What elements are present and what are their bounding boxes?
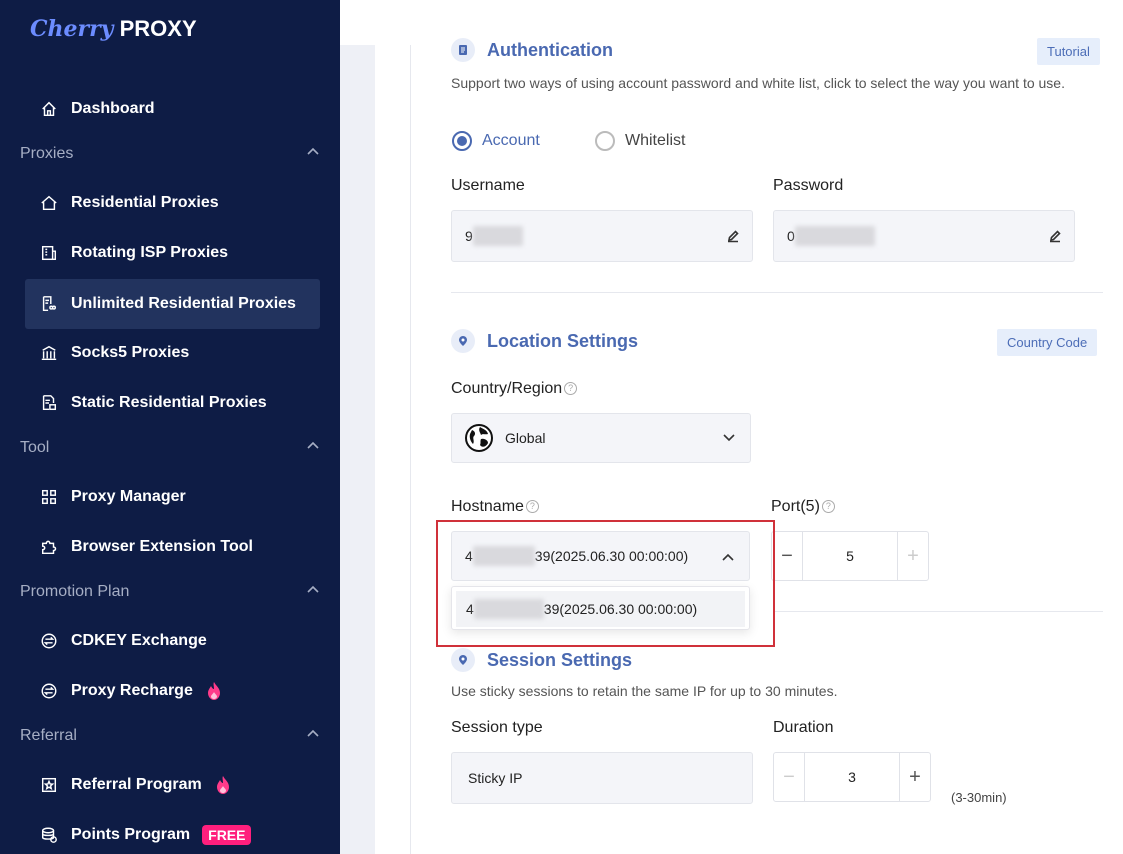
sidebar-item-points-program[interactable]: Points Program FREE — [25, 810, 320, 854]
session-type-select[interactable]: Sticky IP — [451, 752, 753, 804]
location-settings-header: Location Settings — [451, 329, 638, 353]
sidebar-section-promotion-plan[interactable]: Promotion Plan — [20, 577, 320, 607]
sidebar-section-referral[interactable]: Referral — [20, 721, 320, 751]
star-badge-icon — [39, 775, 59, 795]
puzzle-icon — [39, 537, 59, 557]
free-badge: FREE — [202, 825, 252, 845]
bank-icon — [39, 343, 59, 363]
hostname-label: Hostname? — [451, 498, 539, 516]
chevron-down-icon — [723, 434, 735, 442]
masked-text — [472, 226, 523, 246]
country-region-label: Country/Region? — [451, 380, 578, 398]
duration-increment-button[interactable]: + — [900, 753, 930, 801]
chevron-up-icon — [306, 583, 320, 602]
masked-text — [794, 226, 875, 246]
brand-logo[interactable]: Cherry PROXY — [30, 16, 197, 42]
help-icon[interactable]: ? — [525, 500, 539, 514]
account-radio[interactable]: Account — [452, 131, 540, 151]
chevron-up-icon — [306, 145, 320, 164]
panel-divider — [410, 45, 411, 854]
password-field[interactable]: 0 — [773, 210, 1075, 262]
tutorial-button[interactable]: Tutorial — [1037, 38, 1100, 65]
edit-icon[interactable] — [1048, 229, 1062, 243]
help-icon[interactable]: ? — [821, 500, 835, 514]
sidebar-item-proxy-manager[interactable]: Proxy Manager — [25, 472, 320, 522]
country-region-select[interactable]: Global — [451, 413, 751, 463]
port-label: Port(5)? — [771, 498, 835, 516]
duration-value[interactable]: 3 — [804, 753, 900, 801]
chevron-up-icon — [306, 439, 320, 458]
whitelist-radio[interactable]: Whitelist — [595, 131, 685, 151]
authentication-description: Support two ways of using account passwo… — [451, 75, 1065, 91]
session-settings-header: Session Settings — [451, 648, 632, 672]
sidebar-section-tool[interactable]: Tool — [20, 433, 320, 463]
sidebar-item-static-residential-proxies[interactable]: Static Residential Proxies — [25, 378, 320, 428]
coins-icon — [39, 825, 59, 845]
globe-icon — [465, 424, 493, 452]
duration-label: Duration — [773, 719, 834, 736]
document-icon — [451, 38, 475, 62]
building-icon — [39, 243, 59, 263]
sidebar-item-residential-proxies[interactable]: Residential Proxies — [25, 178, 320, 228]
section-divider — [775, 611, 1103, 612]
port-value[interactable]: 5 — [802, 532, 898, 580]
sidebar-item-browser-extension-tool[interactable]: Browser Extension Tool — [25, 522, 320, 572]
sidebar-item-cdkey-exchange[interactable]: CDKEY Exchange — [25, 616, 320, 666]
sidebar-item-socks5-proxies[interactable]: Socks5 Proxies — [25, 328, 320, 378]
sidebar: Cherry PROXY Dashboard Proxies Residenti… — [0, 0, 340, 854]
house-icon — [39, 193, 59, 213]
duration-stepper: − 3 + — [773, 752, 931, 802]
duration-hint: (3-30min) — [951, 790, 1007, 805]
username-field[interactable]: 9 — [451, 210, 753, 262]
help-icon[interactable]: ? — [564, 382, 578, 396]
sidebar-section-proxies[interactable]: Proxies — [20, 139, 320, 169]
port-increment-button[interactable]: + — [898, 532, 928, 580]
static-document-icon — [39, 393, 59, 413]
home-icon — [39, 99, 59, 119]
location-pin-icon — [451, 648, 475, 672]
sidebar-item-rotating-isp-proxies[interactable]: Rotating ISP Proxies — [25, 228, 320, 278]
authentication-header: Authentication — [451, 38, 613, 62]
fire-icon — [216, 776, 229, 794]
sidebar-item-proxy-recharge[interactable]: Proxy Recharge — [25, 666, 320, 716]
session-type-label: Session type — [451, 719, 543, 736]
port-stepper: − 5 + — [771, 531, 929, 581]
sidebar-item-dashboard[interactable]: Dashboard — [25, 84, 320, 134]
sidebar-item-unlimited-residential-proxies[interactable]: Unlimited Residential Proxies — [25, 279, 320, 329]
sidebar-item-referral-program[interactable]: Referral Program — [25, 760, 320, 810]
location-pin-icon — [451, 329, 475, 353]
country-code-button[interactable]: Country Code — [997, 329, 1098, 356]
username-label: Username — [451, 177, 525, 194]
infinity-document-icon — [39, 294, 59, 314]
password-label: Password — [773, 177, 844, 194]
exchange-icon — [39, 631, 59, 651]
chevron-up-icon — [306, 727, 320, 746]
content-gutter — [340, 45, 375, 854]
highlight-box — [436, 520, 775, 647]
exchange-icon — [39, 681, 59, 701]
fire-icon — [207, 682, 220, 700]
duration-decrement-button[interactable]: − — [774, 753, 804, 801]
grid-icon — [39, 487, 59, 507]
session-description: Use sticky sessions to retain the same I… — [451, 683, 838, 699]
edit-icon[interactable] — [726, 229, 740, 243]
section-divider — [451, 292, 1103, 293]
port-decrement-button[interactable]: − — [772, 532, 802, 580]
